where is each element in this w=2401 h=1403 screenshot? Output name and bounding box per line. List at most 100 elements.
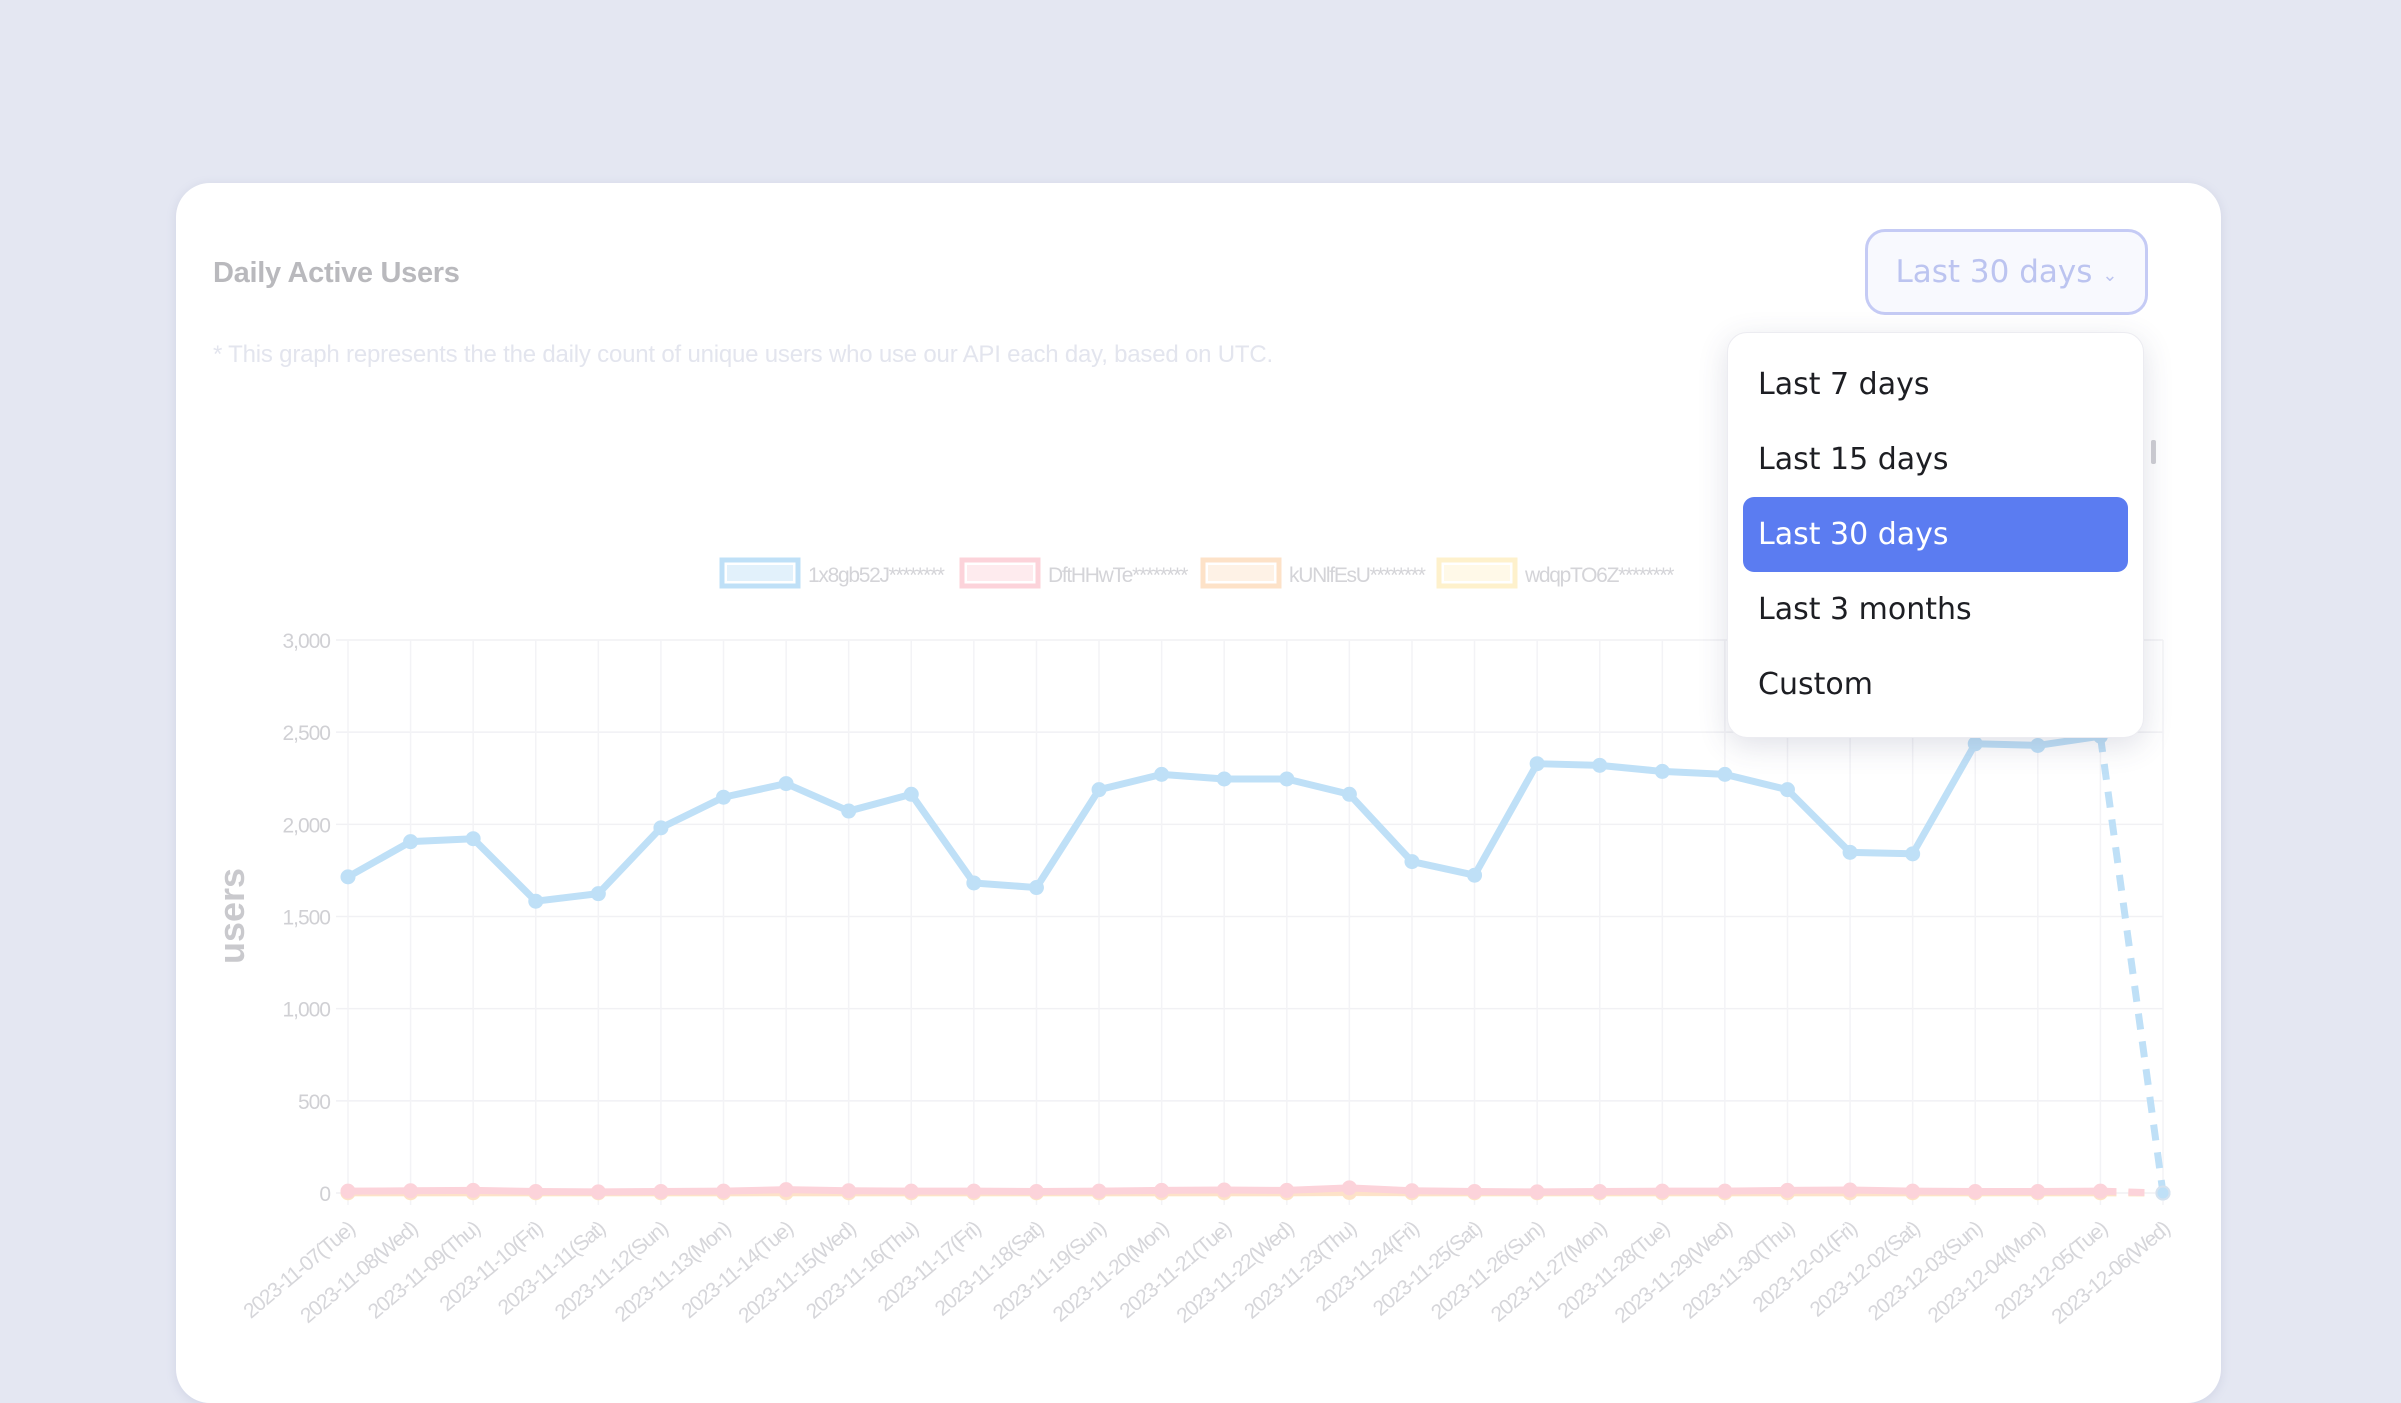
menu-item-custom[interactable]: Custom [1743,647,2128,722]
data-point [654,821,667,834]
data-point [842,1184,855,1197]
x-tick-label: 2023-11-30(Thu) [1678,1217,1799,1323]
y-tick-label: 2,000 [282,814,330,837]
data-point [1405,855,1418,868]
x-tick-label: 2023-11-16(Thu) [802,1217,923,1323]
data-point [967,876,980,889]
data-point [905,1185,918,1198]
chevron-down-icon: ⌄ [2102,265,2117,286]
x-tick-label: 2023-11-25(Sat) [1369,1217,1486,1320]
data-point [1781,1184,1794,1197]
y-tick-label: 2,500 [282,722,330,745]
data-point [342,870,355,883]
data-point [1656,1185,1669,1198]
data-point [1343,1181,1356,1194]
data-point [1155,1184,1168,1197]
scrollbar-thumb[interactable] [2151,440,2156,464]
data-point [905,788,918,801]
data-point [592,1185,605,1198]
data-point [529,895,542,908]
data-point [404,1184,417,1197]
series-1 [342,1181,2170,1199]
data-point [967,1185,980,1198]
data-point [467,832,480,845]
x-axis-ticks: 2023-11-07(Tue)2023-11-08(Wed)2023-11-09… [239,1217,2174,1329]
date-range-selected-label: Last 30 days [1896,254,2093,290]
chart-legend: 1x8gb52J******** DftHHwTe******** kUNlfEsU… [722,560,1674,587]
legend-label: DftHHwTe******** [1048,564,1188,587]
data-point [1593,1185,1606,1198]
data-point [1280,772,1293,785]
data-point [1343,788,1356,801]
data-point [1218,772,1231,785]
y-axis-ticks: 0 500 1,000 1,500 2,000 2,500 3,000 [282,630,330,1206]
data-point [1781,783,1794,796]
data-point [342,1185,355,1198]
data-point [1218,1184,1231,1197]
data-point [1280,1184,1293,1197]
data-point [1906,847,1919,860]
data-point [1844,1184,1857,1197]
legend-swatch-fill [967,565,1033,581]
y-tick-label: 1,000 [282,999,330,1022]
date-range-menu: Last 7 days Last 15 days Last 30 days La… [1727,332,2144,738]
legend-label: 1x8gb52J******** [808,564,945,587]
data-point [1093,783,1106,796]
series-dashed-segment [2100,736,2163,1193]
x-tick-label: 2023-11-09(Thu) [364,1217,485,1323]
data-point [1155,768,1168,781]
menu-item-last-7-days[interactable]: Last 7 days [1743,347,2128,422]
y-axis-label: users [211,868,252,964]
x-tick-label: 2023-12-06(Wed) [2047,1217,2174,1329]
data-point [592,887,605,900]
data-point [1030,1185,1043,1198]
data-point [1593,759,1606,772]
data-point [404,835,417,848]
data-point [1468,1185,1481,1198]
data-point [1531,1185,1544,1198]
data-point [529,1185,542,1198]
data-point [717,1185,730,1198]
data-point [1969,1185,1982,1198]
data-point [1656,765,1669,778]
chart-series [342,730,2170,1200]
data-point [2157,1187,2170,1200]
data-point [842,805,855,818]
x-tick-label: 2023-11-23(Thu) [1240,1217,1361,1323]
menu-item-last-30-days[interactable]: Last 30 days [1743,497,2128,572]
data-point [1718,768,1731,781]
data-point [467,1184,480,1197]
y-tick-label: 0 [319,1183,330,1206]
data-point [1906,1185,1919,1198]
data-point [2031,1185,2044,1198]
legend-label: kUNlfEsU******** [1289,564,1426,587]
menu-item-last-3-months[interactable]: Last 3 months [1743,572,2128,647]
y-tick-label: 3,000 [282,630,330,653]
legend-label: wdqpTO6Z******** [1524,564,1674,587]
y-tick-label: 1,500 [282,907,330,930]
data-point [2031,739,2044,752]
data-point [1093,1185,1106,1198]
legend-swatch-fill [1444,565,1510,581]
data-point [1405,1184,1418,1197]
data-point [2094,1185,2107,1198]
data-point [654,1185,667,1198]
data-point [780,777,793,790]
y-tick-label: 500 [298,1091,330,1114]
x-tick-label: 2023-11-11(Sat) [494,1217,610,1319]
data-point [1844,846,1857,859]
data-point [1969,737,1982,750]
data-point [1531,757,1544,770]
legend-swatch-fill [1208,565,1274,581]
data-point [717,791,730,804]
data-point [1718,1185,1731,1198]
date-range-dropdown[interactable]: Last 30 days ⌄ [1865,229,2148,315]
x-tick-label: 2023-11-18(Sat) [931,1217,1048,1320]
series-0 [342,730,2170,1200]
data-point [1468,869,1481,882]
daily-active-users-card: Daily Active Users * This graph represen… [176,183,2221,1403]
data-point [1030,881,1043,894]
data-point [780,1183,793,1196]
legend-swatch-fill [727,565,793,581]
menu-item-last-15-days[interactable]: Last 15 days [1743,422,2128,497]
